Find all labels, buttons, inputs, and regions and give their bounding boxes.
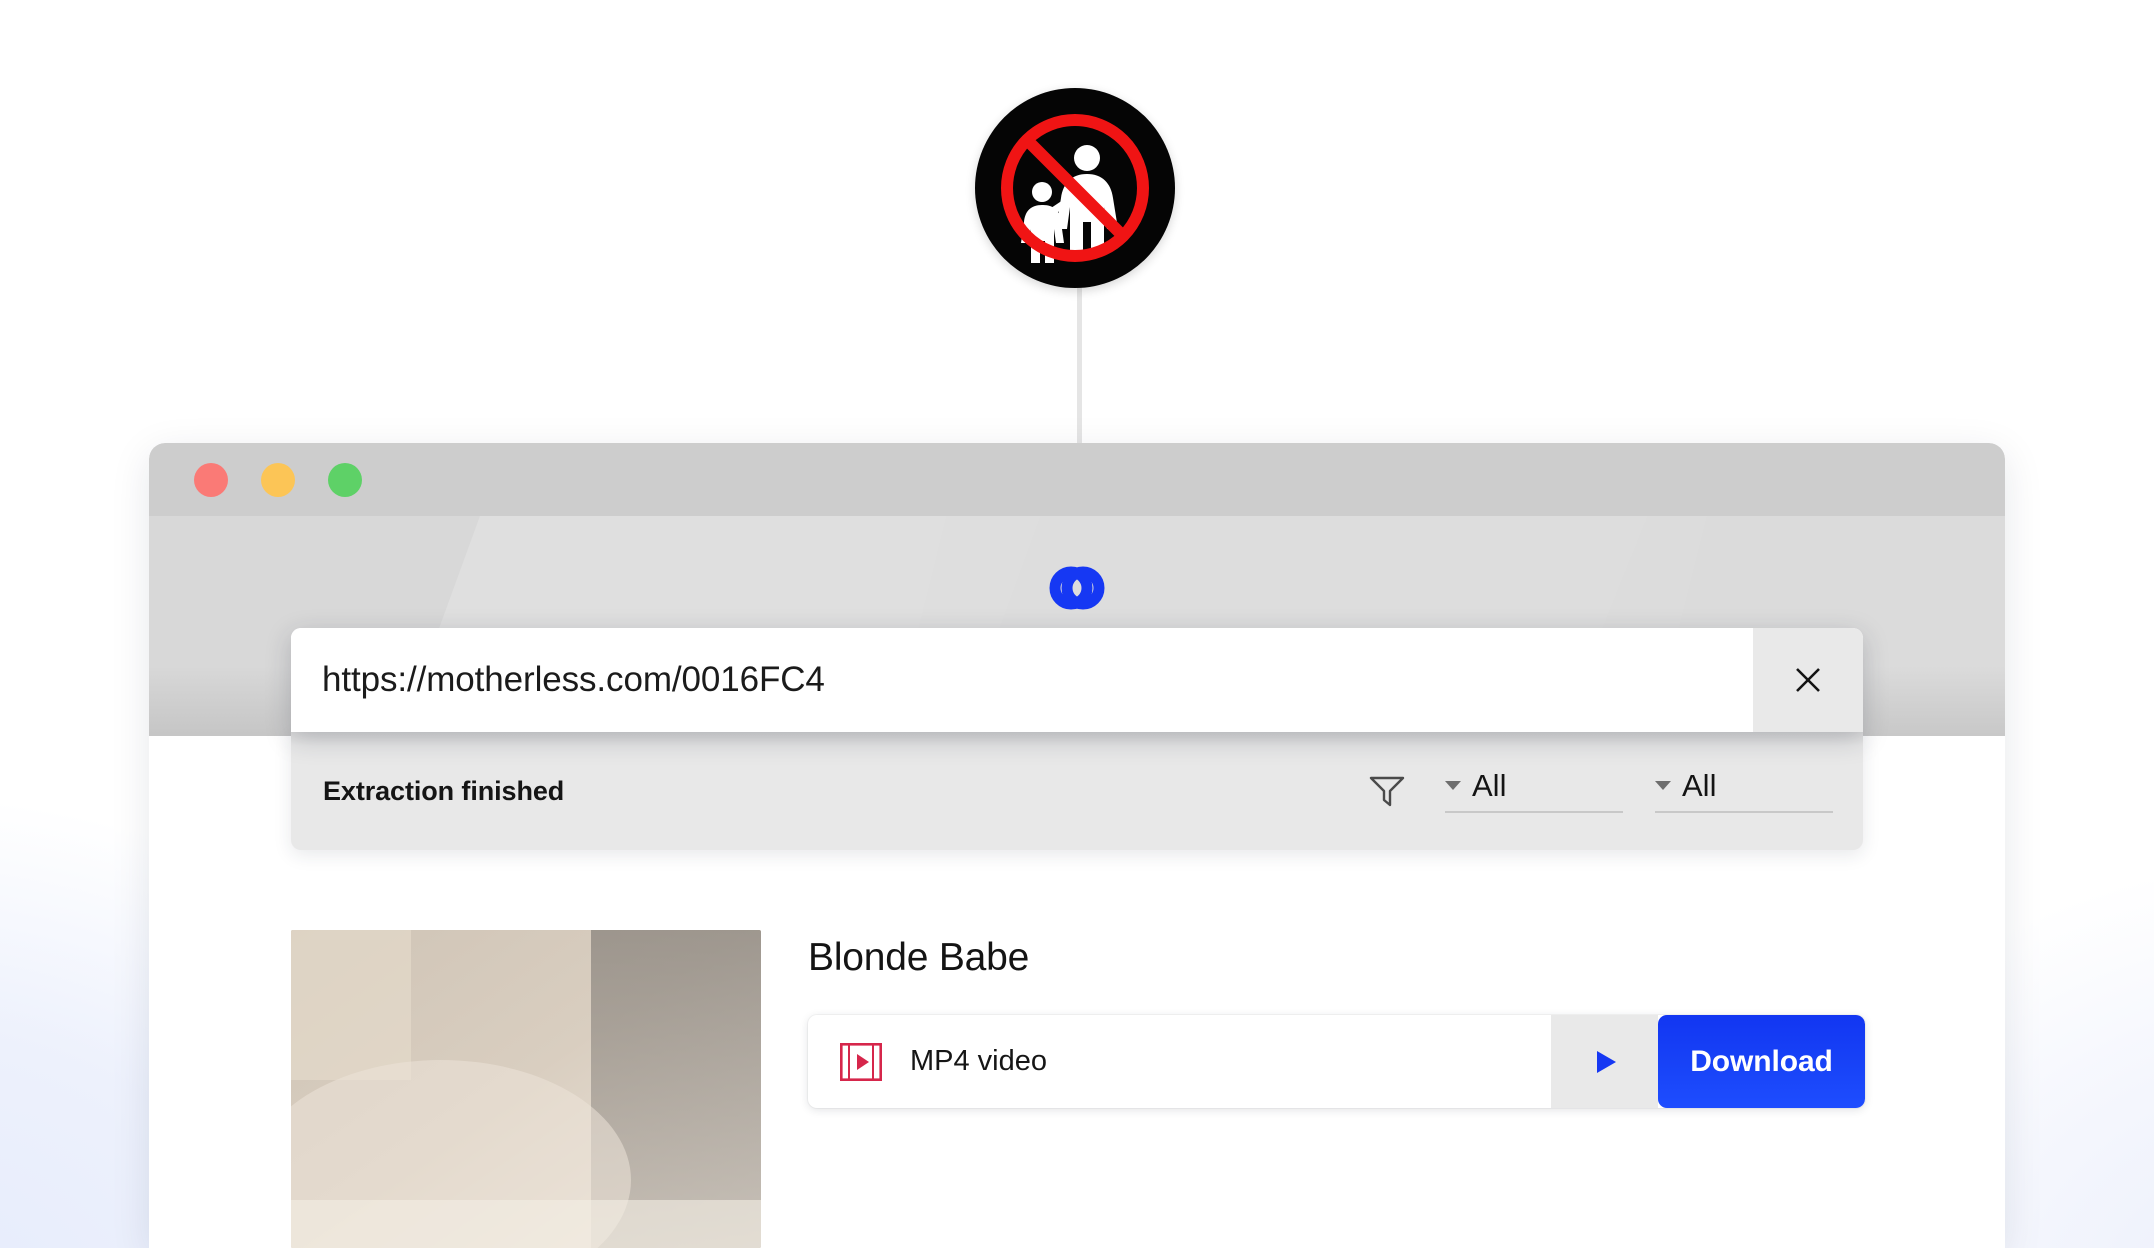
video-file-icon [840,1042,882,1081]
url-clear-button[interactable] [1753,628,1863,732]
url-input[interactable] [291,628,1753,732]
filter-controls: All All [1361,767,1833,815]
chevron-down-icon [1445,780,1461,790]
type-filter-select[interactable]: All [1445,770,1623,813]
quality-filter-select[interactable]: All [1655,770,1833,813]
format-cell: MP4 video [808,1015,1551,1108]
download-row: MP4 video Download [808,1015,1865,1108]
close-x-icon [1796,668,1820,692]
funnel-filter-icon[interactable] [1361,767,1413,815]
no-minors-prohibition-icon [975,88,1175,288]
filterbar-top-shade [291,732,1863,746]
window-maximize-button[interactable] [328,462,362,497]
window-titlebar [149,443,2005,516]
window-minimize-button[interactable] [261,462,295,497]
download-button-label: Download [1690,1044,1833,1078]
type-filter-value: All [1472,767,1507,803]
video-thumbnail[interactable] [291,930,761,1248]
play-triangle-icon [1596,1050,1616,1073]
screenshot-root: Extraction finished All All [0,0,2154,1248]
preview-play-button[interactable] [1551,1015,1658,1108]
window-close-button[interactable] [194,462,228,497]
result-item: Blonde Babe MP4 video Download [291,930,1865,1248]
thumbnail-placeholder-art [291,930,761,1248]
window-traffic-lights [194,462,362,497]
result-details: Blonde Babe MP4 video Download [808,930,1865,1248]
chevron-down-icon [1655,780,1671,790]
quality-filter-value: All [1682,767,1717,803]
format-label: MP4 video [910,1045,1048,1077]
chain-link-logo-icon [1038,560,1116,616]
result-title: Blonde Babe [808,936,1030,979]
download-button[interactable]: Download [1658,1015,1865,1108]
url-input-card [291,628,1863,732]
filter-status-bar: Extraction finished All All [291,732,1863,850]
extraction-status-text: Extraction finished [323,775,565,806]
